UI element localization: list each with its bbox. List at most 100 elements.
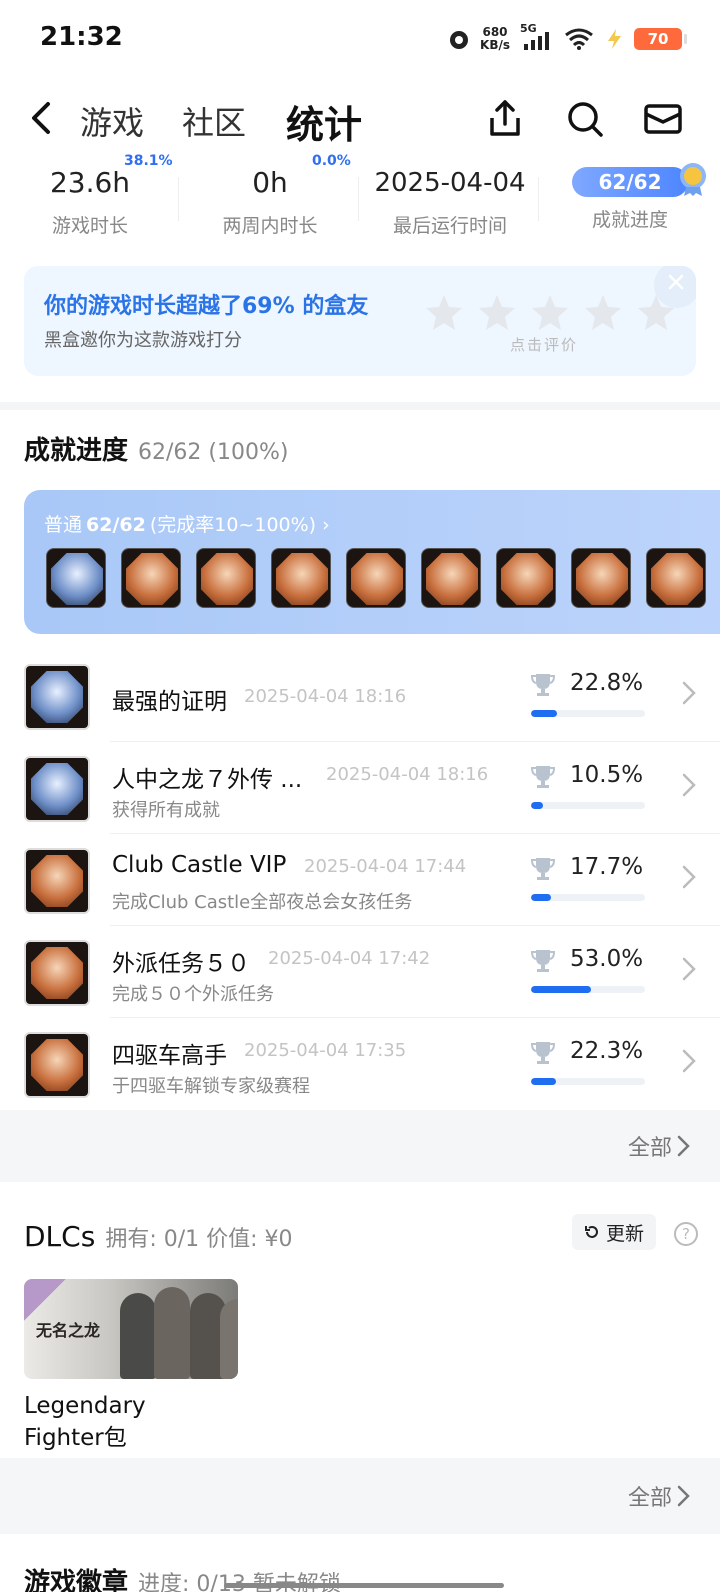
signal-icon: 5G xyxy=(520,22,554,52)
achievement-row-icon xyxy=(24,848,90,914)
update-button[interactable]: 更新 xyxy=(572,1214,656,1250)
star-rating[interactable] xyxy=(424,292,676,332)
search-icon[interactable] xyxy=(564,98,606,140)
chevron-right-icon xyxy=(682,681,696,705)
achievement-icon[interactable] xyxy=(646,548,706,608)
badges-title: 游戏徽章 xyxy=(24,1568,129,1592)
progress-bar xyxy=(531,802,645,809)
progress-fill xyxy=(531,1078,557,1085)
achievement-icon[interactable] xyxy=(121,548,181,608)
achievement-time: 2025-04-04 18:16 xyxy=(244,686,407,707)
battery-indicator: 70 xyxy=(634,28,687,50)
dlc-meta: 拥有: 0/1 价值: ¥0 xyxy=(105,1227,293,1252)
achievement-name: Club Castle VIP xyxy=(112,852,287,878)
status-bar: 21:32 680 KB/s 5G 70 xyxy=(0,0,720,78)
progress-fill xyxy=(531,802,543,809)
achievement-description: 于四驱车解锁专家级赛程 xyxy=(112,1076,310,1097)
achievement-percent: 22.3% xyxy=(570,1038,644,1064)
achievement-name: 人中之龙７外传 ... xyxy=(112,767,303,793)
wifi-icon xyxy=(565,28,593,50)
tier-label[interactable]: 普通 62/62 (完成率10~100%) › xyxy=(44,510,330,537)
charging-icon xyxy=(608,29,621,49)
trophy-icon xyxy=(530,1042,556,1064)
progress-bar xyxy=(531,710,645,717)
stat-divider xyxy=(178,177,179,221)
achievements-header: 成就进度 62/62 (100%) xyxy=(24,430,288,467)
achievement-time: 2025-04-04 17:35 xyxy=(244,1040,407,1061)
achievement-row[interactable]: Club Castle VIP 2025-04-04 17:44 完成Club … xyxy=(0,834,720,926)
chevron-right-icon xyxy=(677,1485,690,1507)
achievement-name: 四驱车高手 xyxy=(112,1043,227,1069)
stat-divider xyxy=(538,177,539,221)
achievement-icon[interactable] xyxy=(496,548,556,608)
stat-playtime-value: 23.6h xyxy=(49,166,131,199)
back-arrow-icon[interactable] xyxy=(22,98,62,138)
achievement-row[interactable]: 人中之龙７外传 ... 2025-04-04 18:16 获得所有成就 10.5… xyxy=(0,742,720,834)
mail-icon[interactable] xyxy=(642,98,684,140)
chevron-right-icon xyxy=(682,957,696,981)
stat-playtime: 38.1% 23.6h 游戏时长 xyxy=(0,153,180,238)
chevron-right-icon xyxy=(682,1049,696,1073)
star-icon[interactable] xyxy=(583,292,623,332)
dlc-footer: 全部 xyxy=(0,1458,720,1534)
dlc-cover-image[interactable]: 无名之龙 xyxy=(24,1279,238,1379)
achievement-row[interactable]: 四驱车高手 2025-04-04 17:35 于四驱车解锁专家级赛程 22.3% xyxy=(0,1018,720,1110)
achievement-row[interactable]: 最强的证明 2025-04-04 18:16 22.8% xyxy=(0,650,720,742)
cover-figure xyxy=(220,1299,238,1379)
stat-divider xyxy=(358,177,359,221)
dlc-see-all[interactable]: 全部 xyxy=(628,1480,692,1512)
trophy-icon xyxy=(530,858,556,880)
section-divider xyxy=(0,402,720,410)
chevron-right-icon xyxy=(677,1135,690,1157)
tab-stats[interactable]: 统计 xyxy=(286,94,362,149)
progress-fill xyxy=(531,986,592,993)
stat-two-weeks: 0.0% 0h 两周内时长 xyxy=(180,153,360,238)
dlc-cover-title: 无名之龙 xyxy=(36,1321,101,1340)
achievements-title: 成就进度 xyxy=(24,436,129,466)
stats-strip: 38.1% 23.6h 游戏时长 0.0% 0h 两周内时长 2025-04-0… xyxy=(0,153,720,243)
achievement-icon[interactable] xyxy=(196,548,256,608)
achievement-description: 获得所有成就 xyxy=(112,800,220,821)
achievement-time: 2025-04-04 17:42 xyxy=(268,948,431,969)
achievement-tier-panel[interactable]: 普通 62/62 (完成率10~100%) › xyxy=(24,490,720,634)
star-icon[interactable] xyxy=(424,292,464,332)
home-indicator[interactable] xyxy=(224,1583,504,1588)
achievement-row-icon xyxy=(24,756,90,822)
alarm-icon xyxy=(450,31,469,49)
achievement-percent: 22.8% xyxy=(570,670,644,696)
achievement-icon[interactable] xyxy=(346,548,406,608)
achievement-percent: 10.5% xyxy=(570,762,644,788)
trophy-icon xyxy=(530,950,556,972)
star-icon[interactable] xyxy=(477,292,517,332)
achievement-icon[interactable] xyxy=(571,548,631,608)
tab-community[interactable]: 社区 xyxy=(182,98,246,144)
stat-two-weeks-value: 0h xyxy=(252,166,288,199)
rating-subtitle: 黑盒邀你为这款游戏打分 xyxy=(44,330,242,351)
achievements-see-all[interactable]: 全部 xyxy=(628,1130,692,1162)
tab-games[interactable]: 游戏 xyxy=(80,98,144,144)
achievement-icon[interactable] xyxy=(271,548,331,608)
achievement-description: 完成５０个外派任务 xyxy=(112,984,274,1005)
achievement-icon[interactable] xyxy=(46,548,106,608)
dlc-header: DLCs 拥有: 0/1 价值: ¥0 更新 ? xyxy=(24,1214,698,1253)
achievement-icon-strip xyxy=(46,548,706,608)
status-icons: 680 KB/s 5G 70 xyxy=(448,22,687,54)
chevron-right-icon xyxy=(682,865,696,889)
achievement-row-icon xyxy=(24,1032,90,1098)
achievements-footer: 全部 xyxy=(0,1110,720,1182)
achievement-icon[interactable] xyxy=(421,548,481,608)
progress-bar xyxy=(531,1078,645,1085)
progress-bar xyxy=(531,986,645,993)
achievement-row-icon xyxy=(24,664,90,730)
dlc-name[interactable]: Legendary Fighter包 xyxy=(24,1390,224,1454)
achievement-percent: 53.0% xyxy=(570,946,644,972)
share-icon[interactable] xyxy=(484,98,526,140)
stat-achievements[interactable]: 62/62 成就进度 xyxy=(540,163,720,232)
achievement-description: 完成Club Castle全部夜总会女孩任务 xyxy=(112,892,413,913)
achievement-row[interactable]: 外派任务５０ 2025-04-04 17:42 完成５０个外派任务 53.0% xyxy=(0,926,720,1018)
chevron-right-icon xyxy=(682,773,696,797)
help-icon[interactable]: ? xyxy=(674,1222,698,1246)
badges-meta: 进度: 0/13 暂未解锁 xyxy=(138,1572,341,1592)
star-icon[interactable] xyxy=(530,292,570,332)
star-icon[interactable] xyxy=(636,292,676,332)
